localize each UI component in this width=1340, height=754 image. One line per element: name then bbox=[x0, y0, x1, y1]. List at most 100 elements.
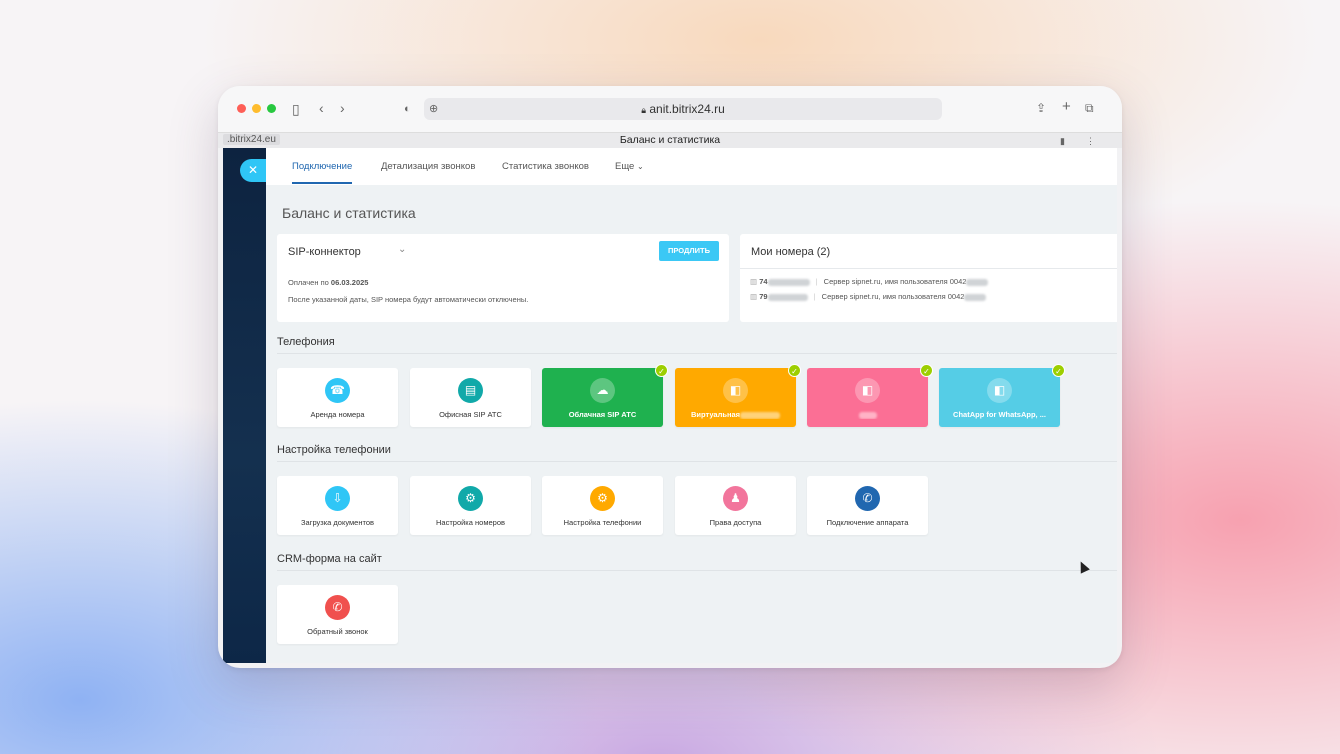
tile-callback[interactable]: ✆ Обратный звонок bbox=[277, 585, 398, 644]
lock-icon: 🔒︎ bbox=[641, 105, 647, 115]
tile-label: Облачная SIP АТС bbox=[568, 410, 637, 419]
minimize-window-icon[interactable] bbox=[252, 104, 261, 113]
more-options-icon[interactable]: ⋮ bbox=[1086, 134, 1095, 148]
row-separator: | bbox=[815, 277, 818, 286]
server-info: Сервер sipnet.ru, имя пользователя 0042 bbox=[823, 277, 967, 286]
masked-number bbox=[767, 278, 810, 286]
access-rights-icon: ♟︎ bbox=[723, 486, 748, 511]
office-pbx-icon: ▤ bbox=[458, 378, 483, 403]
tile-label: Офисная SIP АТС bbox=[439, 410, 502, 419]
new-tab-icon[interactable]: + bbox=[1062, 99, 1071, 114]
box-icon: ◧ bbox=[855, 378, 880, 403]
check-icon: ✓ bbox=[920, 364, 933, 377]
tile-label: Виртуальная bbox=[677, 410, 794, 419]
number-settings-icon: ⚙︎ bbox=[458, 486, 483, 511]
bookmark-icon[interactable]: ▮ bbox=[1060, 134, 1065, 148]
sidebar-toggle-icon[interactable]: ▯ bbox=[292, 102, 300, 116]
paid-label: Оплачен по bbox=[288, 278, 329, 287]
tab-connection[interactable]: Подключение bbox=[292, 161, 352, 172]
section-divider bbox=[277, 353, 1117, 354]
sip-connector-card: SIP-коннектор ⌄ ПРОДЛИТЬ Оплачен по 06.0… bbox=[277, 234, 729, 322]
box-icon: ◧ bbox=[987, 378, 1012, 403]
close-slider-button[interactable]: ✕ bbox=[240, 159, 266, 182]
chevron-down-icon: ⌄ bbox=[636, 162, 644, 171]
left-panel bbox=[223, 148, 266, 663]
share-icon[interactable]: ⇪ bbox=[1036, 101, 1046, 115]
tile-rent-number[interactable]: ☎︎ Аренда номера bbox=[277, 368, 398, 427]
telephony-settings-icon: ⚙︎ bbox=[590, 486, 615, 511]
tab-bar: .bitrix24.eu Баланс и статистика ▮ ⋮ bbox=[218, 132, 1122, 148]
page-content: ✕ Подключение Детализация звонков Статис… bbox=[223, 148, 1117, 663]
check-icon: ✓ bbox=[655, 364, 668, 377]
tile-office-pbx[interactable]: ▤ Офисная SIP АТС bbox=[410, 368, 531, 427]
masked-number bbox=[767, 293, 808, 301]
section-title-telephony: Телефония bbox=[277, 336, 335, 348]
numbers-divider bbox=[740, 268, 1117, 269]
extend-button[interactable]: ПРОДЛИТЬ bbox=[659, 241, 719, 261]
tile-label: Настройка телефонии bbox=[563, 518, 642, 527]
tile-number-settings[interactable]: ⚙︎ Настройка номеров bbox=[410, 476, 531, 535]
tab-title[interactable]: Баланс и статистика bbox=[218, 134, 1122, 146]
section-title-crm: CRM-форма на сайт bbox=[277, 553, 382, 565]
privacy-shield-icon[interactable]: ◐ bbox=[404, 102, 411, 116]
section-divider bbox=[277, 461, 1117, 462]
callback-icon: ✆ bbox=[325, 595, 350, 620]
phone-rent-icon: ☎︎ bbox=[325, 378, 350, 403]
tab-call-details[interactable]: Детализация звонков bbox=[381, 161, 475, 172]
close-window-icon[interactable] bbox=[237, 104, 246, 113]
check-icon: ✓ bbox=[1052, 364, 1065, 377]
tile-label-text: Виртуальная bbox=[690, 410, 741, 419]
sip-note: После указанной даты, SIP номера будут а… bbox=[288, 295, 529, 304]
tile-label: Обратный звонок bbox=[307, 627, 368, 636]
phone-list-icon: ▥ bbox=[750, 292, 758, 301]
my-numbers-card: Мои номера (2) ▥ 74 | Сервер sipnet.ru, … bbox=[740, 234, 1117, 322]
tile-telephony-settings[interactable]: ⚙︎ Настройка телефонии bbox=[542, 476, 663, 535]
browser-window: ▯ ‹ › ◐ ⊕ 🔒︎ anit.bitrix24.ru ⇪ + ⧉ .bit… bbox=[218, 86, 1122, 668]
paid-date: 06.03.2025 bbox=[330, 278, 369, 287]
address-url[interactable]: 🔒︎ anit.bitrix24.ru bbox=[424, 102, 942, 116]
tile-chatapp[interactable]: ◧ ChatApp for WhatsApp, ... ✓ bbox=[939, 364, 1065, 427]
masked-text bbox=[858, 411, 877, 419]
browser-toolbar: ▯ ‹ › ◐ ⊕ 🔒︎ anit.bitrix24.ru ⇪ + ⧉ bbox=[218, 86, 1122, 132]
tile-virtual[interactable]: ◧ Виртуальная ✓ bbox=[675, 364, 801, 427]
tab-more-label: Еще bbox=[615, 161, 635, 172]
back-icon[interactable]: ‹ bbox=[319, 101, 324, 115]
number-prefix: 79 bbox=[759, 292, 768, 301]
masked-text bbox=[740, 411, 781, 419]
forward-icon[interactable]: › bbox=[340, 101, 345, 115]
url-text[interactable]: anit.bitrix24.ru bbox=[649, 102, 724, 116]
box-icon: ◧ bbox=[723, 378, 748, 403]
sip-dropdown-icon[interactable]: ⌄ bbox=[398, 244, 406, 255]
tile-label: Настройка номеров bbox=[436, 518, 505, 527]
tile-document-upload[interactable]: ⇩ Загрузка документов bbox=[277, 476, 398, 535]
number-row: ▥ 74 | Сервер sipnet.ru, имя пользовател… bbox=[750, 277, 989, 286]
tile-label bbox=[809, 410, 926, 419]
row-separator: | bbox=[813, 292, 816, 301]
number-row: ▥ 79 | Сервер sipnet.ru, имя пользовател… bbox=[750, 292, 987, 301]
tab-more[interactable]: Еще ⌄ bbox=[615, 161, 644, 172]
device-connect-icon: ✆ bbox=[855, 486, 880, 511]
phone-list-icon: ▥ bbox=[750, 277, 758, 286]
tile-cloud-pbx[interactable]: ☁︎ Облачная SIP АТС ✓ bbox=[542, 364, 668, 427]
tile-label: Подключение аппарата bbox=[826, 518, 909, 527]
section-divider bbox=[277, 570, 1117, 571]
tile-label: Аренда номера bbox=[310, 410, 365, 419]
section-title-settings: Настройка телефонии bbox=[277, 444, 391, 456]
masked-username bbox=[966, 278, 989, 286]
tabs-overview-icon[interactable]: ⧉ bbox=[1085, 101, 1094, 115]
address-bar[interactable]: ⊕ 🔒︎ anit.bitrix24.ru bbox=[424, 98, 942, 120]
tile-device-connect[interactable]: ✆ Подключение аппарата bbox=[807, 476, 928, 535]
active-tab-indicator bbox=[292, 182, 352, 184]
tab-call-statistics[interactable]: Статистика звонков bbox=[502, 161, 589, 172]
masked-username bbox=[964, 293, 987, 301]
tile-access-rights[interactable]: ♟︎ Права доступа bbox=[675, 476, 796, 535]
tile-app[interactable]: ◧ ✓ bbox=[807, 364, 933, 427]
tile-label: Права доступа bbox=[709, 518, 762, 527]
zoom-window-icon[interactable] bbox=[267, 104, 276, 113]
top-nav: Подключение Детализация звонков Статисти… bbox=[266, 148, 1117, 185]
page-title: Баланс и статистика bbox=[282, 205, 416, 221]
my-numbers-title: Мои номера (2) bbox=[751, 246, 831, 258]
close-icon: ✕ bbox=[247, 163, 259, 177]
check-icon: ✓ bbox=[788, 364, 801, 377]
cloud-pbx-icon: ☁︎ bbox=[590, 378, 615, 403]
